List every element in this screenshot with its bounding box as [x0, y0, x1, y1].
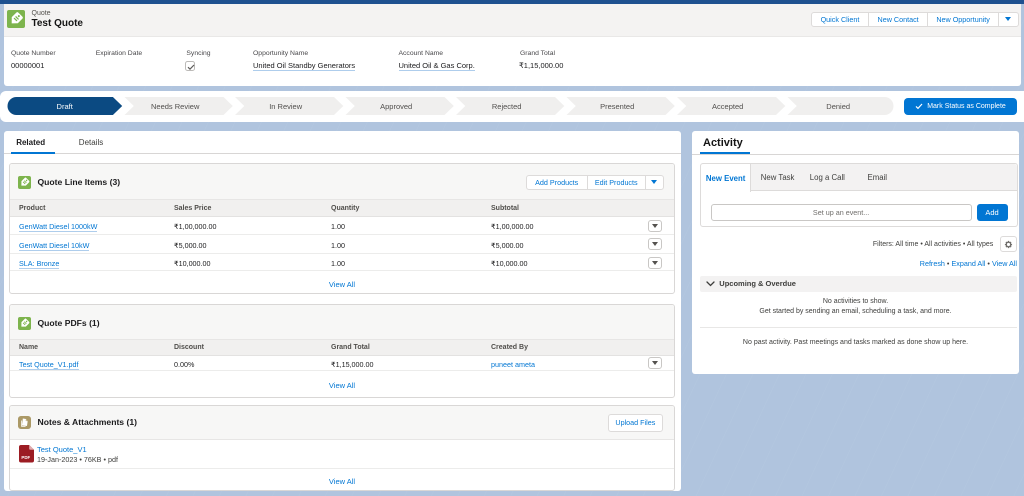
svg-text:PDF: PDF — [21, 455, 30, 460]
